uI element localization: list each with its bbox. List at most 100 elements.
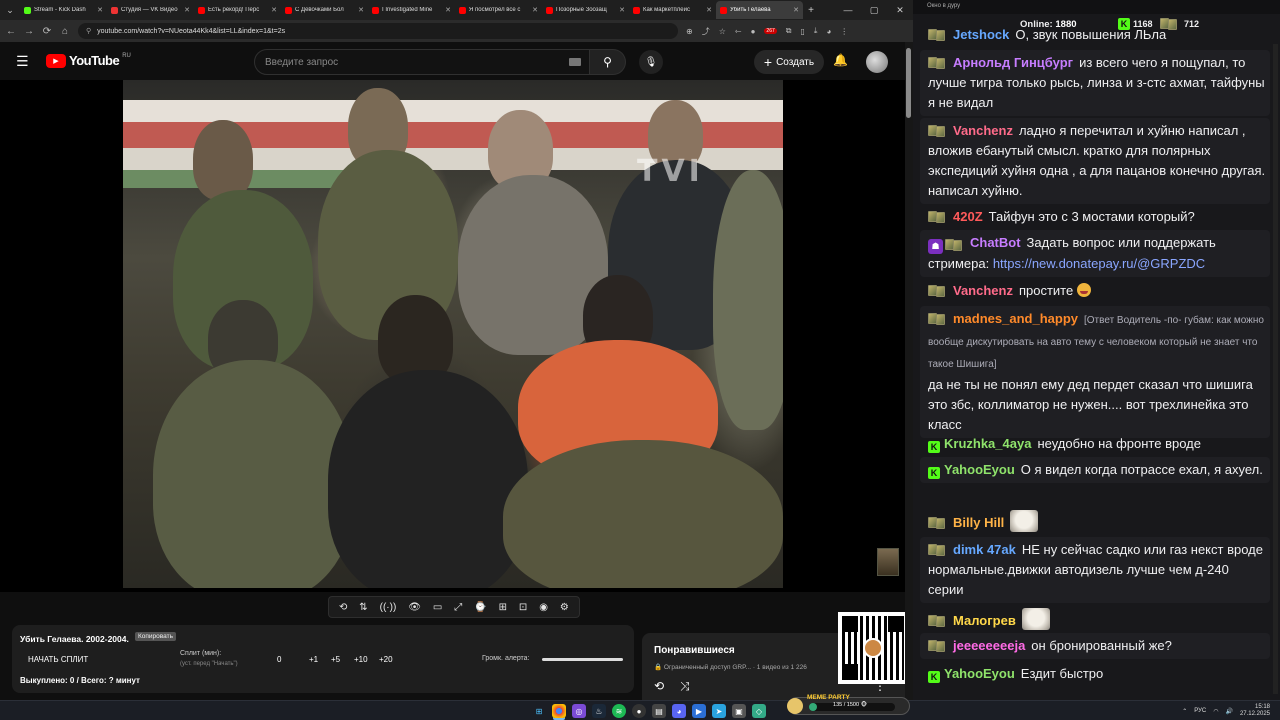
chat-username[interactable]: YahooEyou [944,462,1015,477]
wifi-icon[interactable]: ◠ [1213,708,1218,715]
extension-icon[interactable]: ● [751,27,756,36]
video-player[interactable]: TVI [0,80,905,592]
tray-chevron-icon[interactable]: ⌃ [1182,708,1187,715]
chat-username[interactable]: Jetshock [953,27,1009,42]
page-scrollbar[interactable] [905,42,913,700]
chat-username[interactable]: Vanchenz [953,123,1013,138]
close-icon[interactable]: ✕ [445,6,451,14]
tab-youtube-5[interactable]: I Investigated Mine ✕ [368,1,455,19]
discord-icon[interactable]: ◕ [672,704,686,718]
forward-icon[interactable]: → [24,26,34,37]
hamburger-menu-icon[interactable]: ☰ [16,53,29,70]
tab-youtube-7[interactable]: Позорные Зоозащ ✕ [542,1,629,19]
share-icon[interactable]: ⤴ [702,26,710,37]
loop-icon[interactable]: ⟲ [339,602,347,613]
site-info-icon[interactable]: ⚲ [86,27,91,35]
volume-icon[interactable]: 🔊 [1225,708,1232,715]
url-field[interactable]: ⚲ youtube.com/watch?v=NUeota44Kk4&list=L… [78,23,678,39]
broadcast-icon[interactable]: ((·)) [380,602,397,613]
zoom-icon[interactable]: ⊕ [686,27,693,36]
sort-icon[interactable]: ⇅ [359,602,367,613]
voice-search-button[interactable]: 🎙 [639,50,663,74]
chat-username[interactable]: madnes_and_happy [953,311,1078,326]
tab-search-icon[interactable]: ⌄ [0,0,20,20]
close-icon[interactable]: ✕ [271,6,277,14]
screen-icon[interactable]: ⊡ [519,602,527,613]
chat-username[interactable]: Малогрев [953,613,1016,628]
playlist-title[interactable]: Понравившиеся [654,645,735,656]
obs-icon[interactable]: ● [632,704,646,718]
page-scrollbar-thumb[interactable] [906,48,911,118]
chat-username[interactable]: dimk 47ak [953,542,1016,557]
timer-icon[interactable]: ⌚ [474,602,486,613]
alert-volume-slider[interactable] [542,658,623,661]
tab-youtube-4[interactable]: С Девочками Бол ✕ [281,1,368,19]
expand-icon[interactable]: ⤢ [454,602,462,613]
bookmark-star-icon[interactable]: ☆ [719,27,726,36]
grid-icon[interactable]: ⊞ [499,602,507,613]
close-icon[interactable]: ✕ [706,6,712,14]
repeat-icon[interactable]: ⟲ [654,679,664,693]
sidebar-icon[interactable]: ▯ [800,27,804,36]
chat-link[interactable]: https://new.donatepay.ru/@GRPZDC [993,256,1205,271]
menu-dots-icon[interactable]: ⋮ [840,27,848,36]
close-icon[interactable]: ✕ [184,6,190,14]
shuffle-icon[interactable]: ⤨ [680,679,690,694]
media-player-icon[interactable]: ▶ [692,704,706,718]
split-add-5-button[interactable]: +5 [331,655,340,664]
reload-icon[interactable]: ⟳ [42,26,52,37]
chat-username[interactable]: jeeeeeeeeja [953,638,1025,653]
download-icon[interactable]: ⤓ [814,26,818,36]
gear-icon[interactable]: ⚙ [560,602,569,613]
extension-counter-badge[interactable]: 267 [764,28,777,34]
search-button[interactable]: ⚲ [590,49,626,75]
chat-username[interactable]: 420Z [953,209,983,224]
chat-username[interactable]: Kruzhka_4aya [944,436,1031,451]
profile-icon[interactable]: ◕ [826,27,831,36]
windows-start-icon[interactable]: ⊞ [532,704,546,718]
minimize-icon[interactable]: — [835,5,861,15]
tab-youtube-6[interactable]: Я посмотрел все с ✕ [455,1,542,19]
back-icon[interactable]: ← [6,26,16,37]
maximize-icon[interactable]: ▢ [861,5,887,16]
tray-lang[interactable]: РУС [1194,708,1206,714]
split-value[interactable]: 0 [277,655,281,664]
extension-icon[interactable]: ⇽ [735,27,742,36]
tab-youtube-active[interactable]: Убить Гелаева ✕ [716,1,803,19]
copy-button[interactable]: Копировать [135,632,176,641]
chat-username[interactable]: YahooEyou [944,666,1015,681]
tab-kick-dashboard[interactable]: Stream - Kick Dash ✕ [20,1,107,19]
youtube-logo[interactable]: ▶ YouTube RU [46,53,131,68]
search-input[interactable]: Введите запрос [254,49,590,75]
notifications-bell-icon[interactable]: 🔔 [833,53,848,67]
chat-scrollbar[interactable] [1273,44,1278,694]
close-icon[interactable]: ✕ [619,6,625,14]
avatar[interactable] [866,51,888,73]
telegram-icon[interactable]: ➤ [712,704,726,718]
puzzle-icon[interactable]: ⧉ [786,26,792,36]
tab-vk-studio[interactable]: Студия — VK Видео ✕ [107,1,194,19]
channel-thumbnail[interactable] [877,548,899,576]
split-add-20-button[interactable]: +20 [379,655,393,664]
close-window-icon[interactable]: ✕ [887,5,913,16]
tab-youtube-8[interactable]: Как маркетплейс ✕ [629,1,716,19]
chrome-icon[interactable] [552,704,566,718]
keyboard-icon[interactable] [569,58,581,66]
home-icon[interactable]: ⌂ [60,26,70,37]
steam-icon[interactable]: ♨ [592,704,606,718]
split-add-1-button[interactable]: +1 [309,655,318,664]
close-icon[interactable]: ✕ [793,6,799,14]
app-icon[interactable]: ▣ [732,704,746,718]
clock[interactable]: 15:18 27.12.2025 [1240,704,1270,718]
browser-icon[interactable]: ◎ [572,704,586,718]
tab-youtube-3[interactable]: Есть рекорд! Перс ✕ [194,1,281,19]
start-split-button[interactable]: НАЧАТЬ СПЛИТ [28,655,88,664]
app-icon[interactable]: ▤ [652,704,666,718]
close-icon[interactable]: ✕ [532,6,538,14]
chat-username[interactable]: Vanchenz [953,283,1013,298]
chat-username[interactable]: Арнольд Гинцбург [953,55,1073,70]
split-add-10-button[interactable]: +10 [354,655,368,664]
app-icon[interactable]: ◇ [752,704,766,718]
create-button[interactable]: + Создать [754,50,824,74]
camera-icon[interactable]: ◉ [539,602,548,613]
